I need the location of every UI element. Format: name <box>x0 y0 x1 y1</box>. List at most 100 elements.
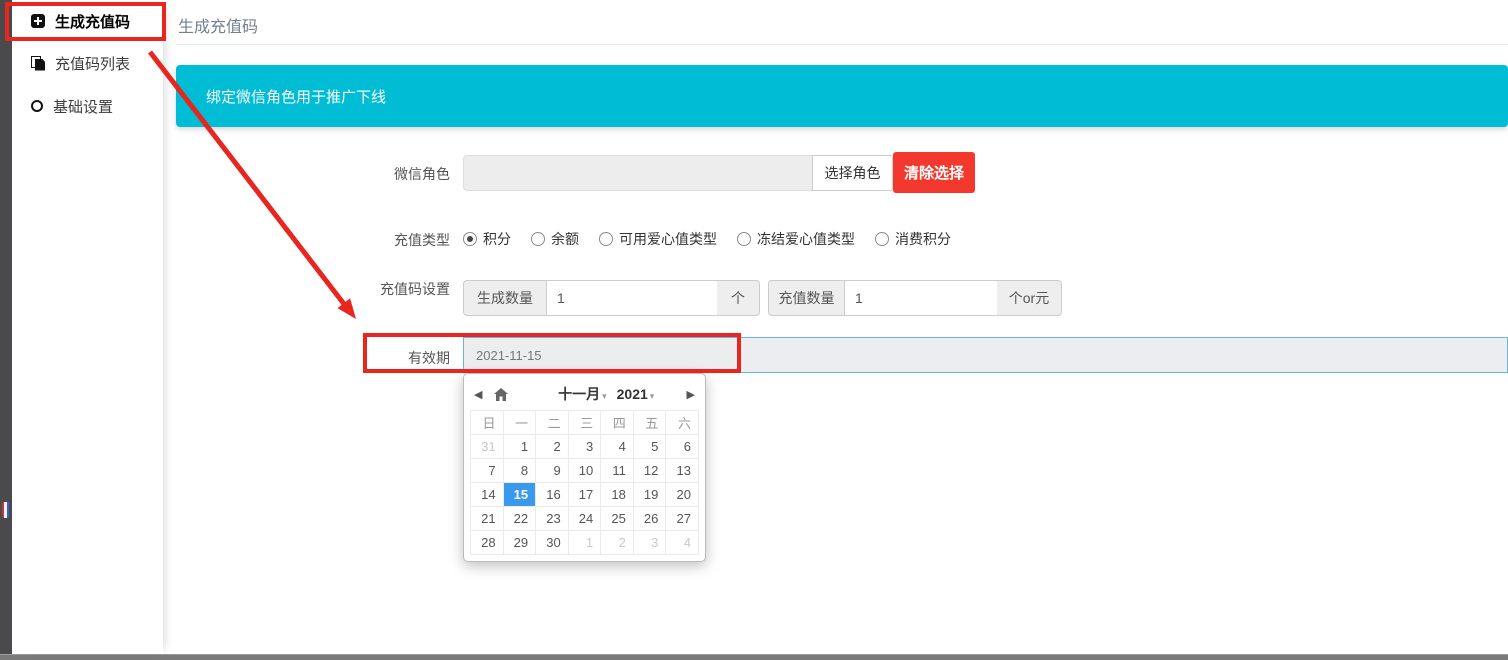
calendar-week-row: 2829301234 <box>471 531 699 555</box>
calendar-day-cell[interactable]: 25 <box>601 507 634 531</box>
calendar-day-cell[interactable]: 7 <box>471 459 504 483</box>
sidebar-item-generate-code[interactable]: 生成充值码 <box>12 7 163 35</box>
radio-label: 可用爱心值类型 <box>619 229 717 249</box>
wechat-role-input[interactable] <box>463 155 813 191</box>
radio-icon[interactable] <box>463 232 477 246</box>
calendar-day-cell[interactable]: 21 <box>471 507 504 531</box>
calendar-day-cell[interactable]: 10 <box>568 459 601 483</box>
calendar-day-header: 日 <box>471 411 504 435</box>
calendar-day-cell[interactable]: 3 <box>568 435 601 459</box>
calendar-day-cell[interactable]: 31 <box>471 435 504 459</box>
datepicker-popup: ◀ 十一月▾ 2021▾ ▶ 日一二三四五六 31123456789101112… <box>463 373 706 562</box>
calendar-day-cell[interactable]: 5 <box>633 435 666 459</box>
calendar-day-header: 二 <box>536 411 569 435</box>
recharge-quantity-group: 充值数量 个or元 <box>768 280 1062 316</box>
calendar-day-header: 三 <box>568 411 601 435</box>
calendar-day-cell[interactable]: 17 <box>568 483 601 507</box>
home-icon[interactable] <box>494 388 508 401</box>
wechat-role-label: 微信角色 <box>350 164 450 184</box>
recharge-unit-addon: 个or元 <box>997 280 1062 316</box>
calendar-day-header: 四 <box>601 411 634 435</box>
taskbar-strip <box>0 654 1508 660</box>
recharge-quantity-addon: 充值数量 <box>768 280 845 316</box>
calendar-grid: 日一二三四五六 31123456789101112131415161718192… <box>470 410 699 555</box>
recharge-type-options: 积分 余额 可用爱心值类型 冻结爱心值类型消费积分 <box>463 229 951 249</box>
calendar-day-cell[interactable]: 19 <box>633 483 666 507</box>
calendar-day-header-row: 日一二三四五六 <box>471 411 699 435</box>
calendar-day-cell[interactable]: 28 <box>471 531 504 555</box>
page-title: 生成充值码 <box>178 13 258 37</box>
calendar-day-cell[interactable]: 4 <box>601 435 634 459</box>
calendar-day-cell[interactable]: 29 <box>503 531 536 555</box>
validity-label: 有效期 <box>350 348 450 368</box>
chevron-down-icon: ▾ <box>650 391 655 401</box>
next-month-icon[interactable]: ▶ <box>683 388 699 401</box>
recharge-type-option[interactable]: 积分 <box>463 229 511 249</box>
calendar-day-cell[interactable]: 24 <box>568 507 601 531</box>
month-dropdown[interactable]: 十一月▾ <box>558 384 607 404</box>
calendar-week-row: 31123456 <box>471 435 699 459</box>
prev-month-icon[interactable]: ◀ <box>470 388 486 401</box>
datepicker-header: ◀ 十一月▾ 2021▾ ▶ <box>470 380 699 408</box>
radio-label: 冻结爱心值类型 <box>757 229 855 249</box>
calendar-day-cell[interactable]: 4 <box>666 531 699 555</box>
generate-quantity-input[interactable] <box>547 280 717 316</box>
radio-label: 余额 <box>551 229 579 249</box>
recharge-type-option[interactable]: 可用爱心值类型 <box>599 229 717 249</box>
sidebar-item-code-list[interactable]: 充值码列表 <box>12 49 163 77</box>
recharge-type-option[interactable]: 余额 <box>531 229 579 249</box>
calendar-day-cell[interactable]: 13 <box>666 459 699 483</box>
calendar-day-cell[interactable]: 9 <box>536 459 569 483</box>
side-handle-icon[interactable] <box>2 502 9 518</box>
validity-date-input[interactable] <box>463 337 1508 373</box>
sidebar-item-label: 生成充值码 <box>55 11 130 32</box>
recharge-type-label: 充值类型 <box>350 230 450 250</box>
panel-header: 绑定微信角色用于推广下线 <box>176 65 1508 127</box>
radio-icon[interactable] <box>599 232 613 246</box>
radio-label: 积分 <box>483 229 511 249</box>
calendar-day-cell[interactable]: 26 <box>633 507 666 531</box>
calendar-day-cell[interactable]: 2 <box>601 531 634 555</box>
sidebar-item-basic-settings[interactable]: 基础设置 <box>12 92 163 120</box>
recharge-quantity-input[interactable] <box>845 280 997 316</box>
calendar-day-cell[interactable]: 11 <box>601 459 634 483</box>
calendar-day-header: 一 <box>503 411 536 435</box>
calendar-day-header: 五 <box>633 411 666 435</box>
calendar-week-row: 14151617181920 <box>471 483 699 507</box>
recharge-type-option[interactable]: 冻结爱心值类型 <box>737 229 855 249</box>
calendar-day-cell[interactable]: 3 <box>633 531 666 555</box>
radio-icon[interactable] <box>531 232 545 246</box>
year-dropdown[interactable]: 2021▾ <box>617 386 655 402</box>
calendar-week-row: 78910111213 <box>471 459 699 483</box>
radio-icon[interactable] <box>875 232 889 246</box>
generate-quantity-addon: 生成数量 <box>463 280 547 316</box>
calendar-day-cell[interactable]: 22 <box>503 507 536 531</box>
calendar-day-cell[interactable]: 2 <box>536 435 569 459</box>
calendar-day-cell[interactable]: 1 <box>503 435 536 459</box>
calendar-day-cell[interactable]: 14 <box>471 483 504 507</box>
calendar-day-cell[interactable]: 1 <box>568 531 601 555</box>
generate-unit-addon: 个 <box>717 280 760 316</box>
select-role-button[interactable]: 选择角色 <box>812 155 893 191</box>
calendar-day-cell[interactable]: 20 <box>666 483 699 507</box>
title-divider <box>176 44 1508 45</box>
sidebar-item-label: 充值码列表 <box>55 53 130 74</box>
sidebar: 生成充值码 充值码列表 基础设置 <box>12 0 163 654</box>
chevron-down-icon: ▾ <box>602 391 607 401</box>
calendar-day-cell[interactable]: 18 <box>601 483 634 507</box>
calendar-day-cell[interactable]: 27 <box>666 507 699 531</box>
calendar-day-cell[interactable]: 15 <box>503 483 536 507</box>
calendar-day-cell[interactable]: 12 <box>633 459 666 483</box>
calendar-day-cell[interactable]: 16 <box>536 483 569 507</box>
calendar-day-cell[interactable]: 30 <box>536 531 569 555</box>
circle-icon <box>31 100 43 112</box>
clear-selection-button[interactable]: 清除选择 <box>893 152 975 193</box>
copy-icon <box>31 56 45 71</box>
window-edge-strip <box>0 0 12 660</box>
calendar-day-cell[interactable]: 23 <box>536 507 569 531</box>
radio-icon[interactable] <box>737 232 751 246</box>
calendar-day-cell[interactable]: 6 <box>666 435 699 459</box>
recharge-type-option[interactable]: 消费积分 <box>875 229 951 249</box>
plus-square-icon <box>31 14 45 28</box>
calendar-day-cell[interactable]: 8 <box>503 459 536 483</box>
